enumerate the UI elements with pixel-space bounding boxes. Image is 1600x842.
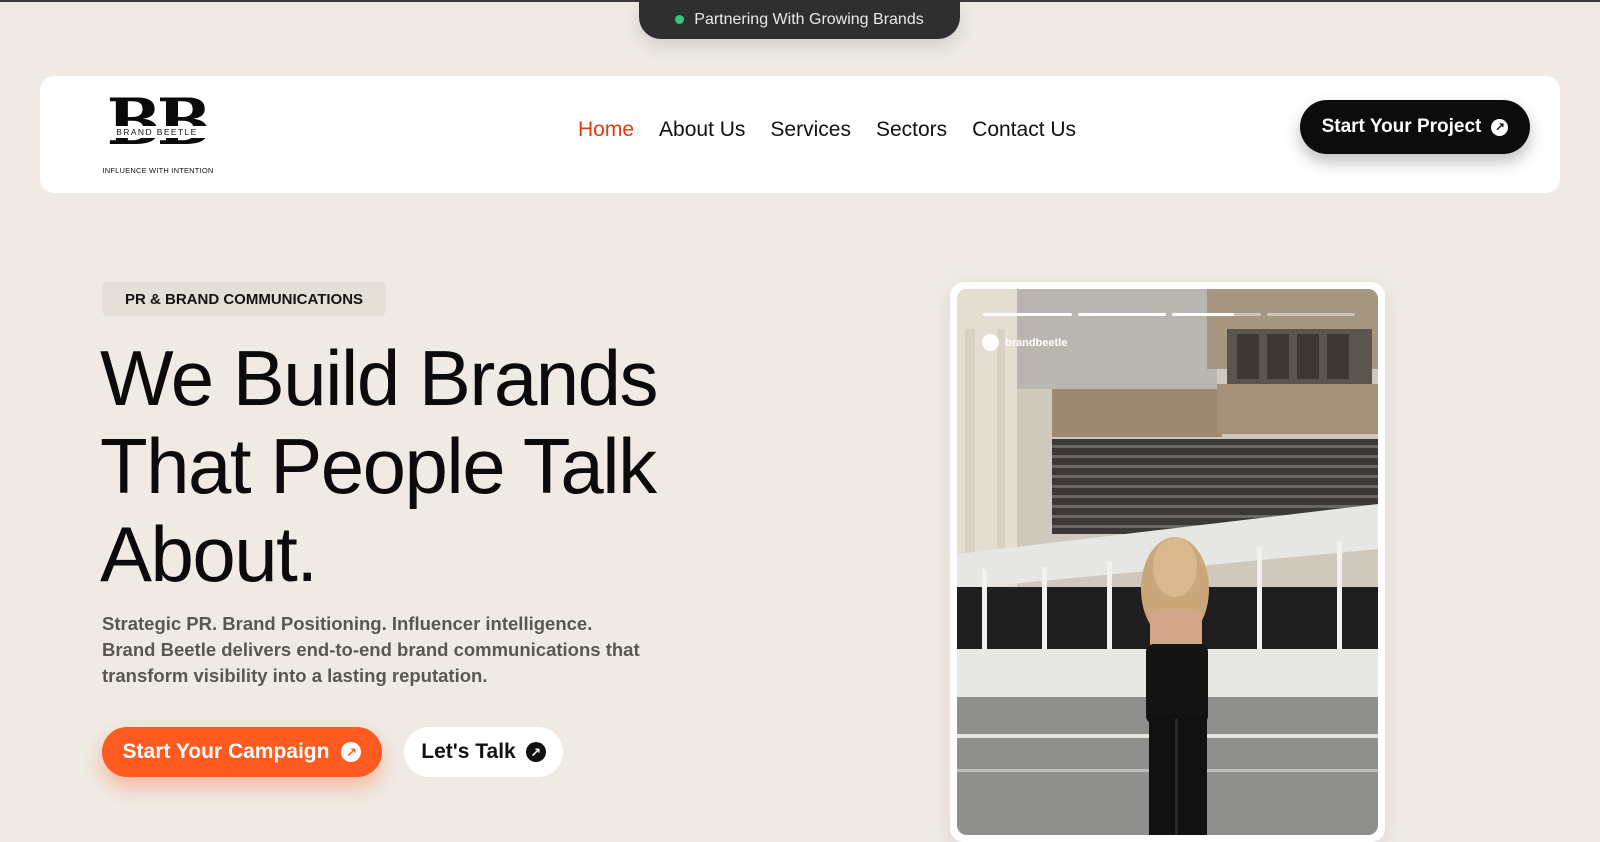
story-progress-segment (983, 313, 1072, 316)
story-progress-segment (1266, 313, 1355, 316)
avatar (982, 334, 999, 351)
lets-talk-label: Let's Talk (421, 740, 516, 763)
arrow-up-right-icon: ↗ (525, 742, 546, 762)
status-dot-icon (675, 15, 685, 24)
story-progress-segment (1077, 313, 1166, 316)
street-scene-image (957, 289, 1378, 835)
hero-description: Strategic PR. Brand Positioning. Influen… (102, 611, 662, 689)
nav-item-sectors[interactable]: Sectors (876, 118, 947, 142)
nav-item-services[interactable]: Services (770, 118, 851, 142)
story-handle-text: brandbeetle (1005, 336, 1068, 349)
story-progress-segment (1172, 313, 1261, 316)
arrow-up-right-icon: ↗ (341, 742, 362, 762)
hero-description-line-1: Strategic PR. Brand Positioning. Influen… (102, 613, 593, 634)
hero-title-line-1: We Build Brands (100, 334, 659, 422)
start-campaign-button[interactable]: Start Your Campaign ↗ (102, 727, 382, 777)
hero-title-line-3: About. (100, 510, 318, 598)
logo-monogram: BB (106, 85, 211, 160)
main-navigation: Home About Us Services Sectors Contact U… (578, 118, 1076, 142)
announcement-banner: Partnering With Growing Brands (639, 0, 960, 39)
hero-description-line-3: transform visibility into a lasting repu… (102, 665, 488, 686)
start-campaign-label: Start Your Campaign (122, 740, 330, 763)
hero-eyebrow-badge: PR & BRAND COMMUNICATIONS (102, 282, 387, 316)
start-project-label: Start Your Project (1321, 116, 1482, 137)
brand-logo[interactable]: BB BRAND BEETLE INFLUENCE WITH INTENTION (102, 88, 214, 178)
arrow-up-right-icon: ↗ (1491, 118, 1509, 136)
nav-item-contact-us[interactable]: Contact Us (972, 118, 1076, 142)
nav-item-about-us[interactable]: About Us (659, 118, 745, 142)
logo-tagline: INFLUENCE WITH INTENTION (102, 166, 214, 175)
start-project-button[interactable]: Start Your Project ↗ (1300, 100, 1530, 154)
story-account[interactable]: brandbeetle (982, 334, 1067, 351)
nav-item-home[interactable]: Home (578, 118, 634, 142)
story-progress-bar (983, 313, 1355, 317)
story-phone-mockup: brandbeetle (950, 282, 1385, 842)
hero-description-line-2: Brand Beetle delivers end-to-end brand c… (102, 639, 640, 660)
story-video[interactable]: brandbeetle (957, 289, 1378, 835)
hero-title-line-2: That People Talk (100, 422, 657, 510)
logo-brand-name: BRAND BEETLE (106, 126, 208, 138)
hero-title: We Build Brands That People Talk About. (100, 334, 800, 598)
announcement-text: Partnering With Growing Brands (694, 10, 924, 28)
lets-talk-button[interactable]: Let's Talk ↗ (404, 727, 563, 777)
navbar: BB BRAND BEETLE INFLUENCE WITH INTENTION… (40, 76, 1560, 193)
